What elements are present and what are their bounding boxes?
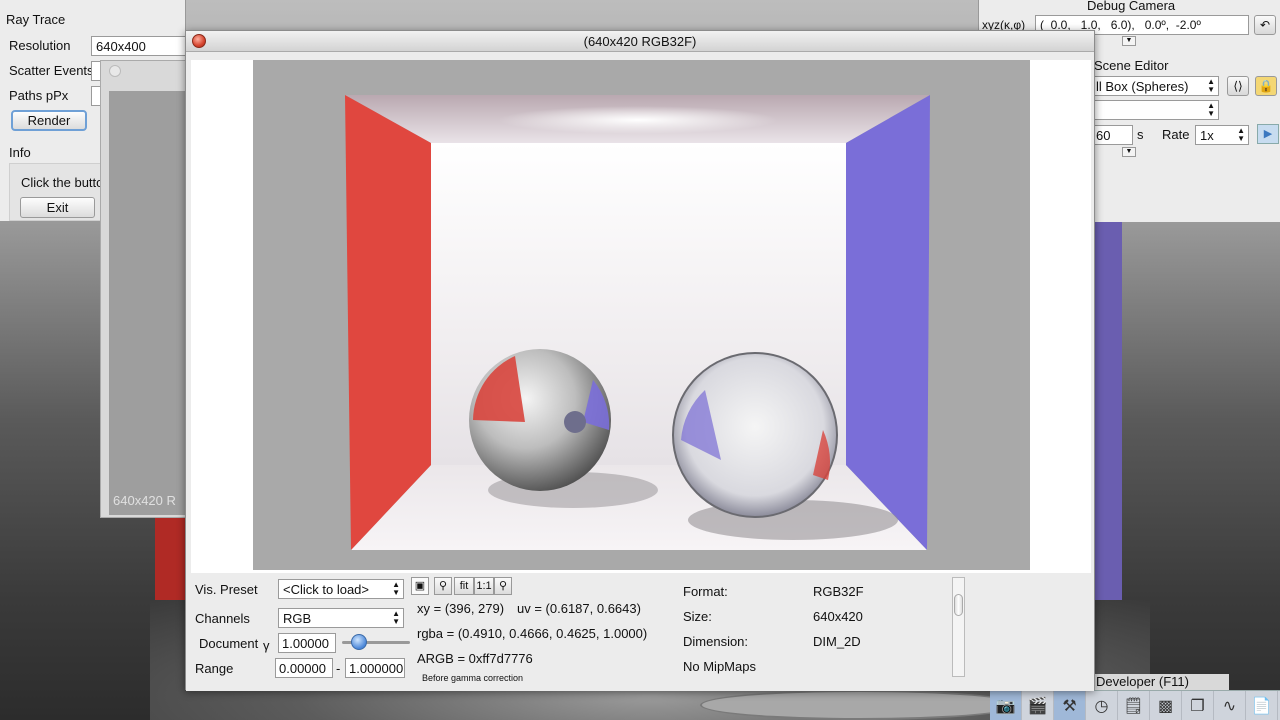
debug-camera-expand-button[interactable]: ▼ — [1122, 36, 1136, 46]
scatter-events-label: Scatter Events — [9, 63, 94, 78]
fit-button[interactable]: fit — [454, 577, 474, 595]
pin-button[interactable]: ⚲ — [494, 577, 512, 595]
clock-icon[interactable]: ◷ — [1086, 691, 1118, 720]
close-icon[interactable] — [109, 65, 121, 77]
channels-label: Channels — [195, 611, 250, 626]
stepper-icon: ▲ ▼ — [1207, 77, 1215, 94]
save-icon: ▣ — [414, 580, 426, 592]
uv-readout: uv = (0.6187, 0.6643) — [517, 601, 641, 616]
exit-button[interactable]: Exit — [20, 197, 95, 218]
document-icon[interactable]: 📄 — [1246, 691, 1278, 720]
play-icon: ▶ — [1263, 128, 1273, 140]
background-sphere-rim — [700, 690, 1020, 720]
image-canvas[interactable] — [191, 60, 1091, 573]
gamma-symbol: γ — [263, 638, 270, 653]
range-min-field[interactable]: 0.00000 — [275, 658, 333, 678]
tools-icon[interactable]: ⚒ — [1054, 691, 1086, 720]
dimension-label: Dimension: — [683, 634, 749, 649]
vis-preset-select[interactable]: <Click to load> ▲ ▼ — [278, 579, 404, 599]
note-icon[interactable]: 🗒 — [1118, 691, 1150, 720]
stepper-icon: ▲ ▼ — [392, 609, 400, 626]
mipmaps-label: No MipMaps — [683, 659, 756, 674]
clapper-icon[interactable]: 🎬 — [1022, 691, 1054, 720]
scrollbar-thumb[interactable] — [954, 594, 963, 616]
channels-value: RGB — [283, 611, 312, 626]
scene-editor-expand-button[interactable]: ▼ — [1122, 147, 1136, 157]
scene-select[interactable]: ll Box (Spheres) ▲ ▼ — [1091, 76, 1219, 96]
lock-button[interactable]: 🔒 — [1255, 76, 1277, 96]
range-label: Range — [195, 661, 234, 676]
console-icon[interactable]: ▩ — [1150, 691, 1182, 720]
camera-icon[interactable]: 📷 — [990, 691, 1022, 720]
developer-label: Developer (F11) — [1094, 674, 1229, 690]
rate-label: Rate — [1162, 127, 1190, 142]
rate-select[interactable]: 1x ▲ ▼ — [1195, 125, 1249, 145]
stepper-icon: ▲ ▼ — [392, 580, 400, 597]
render-button[interactable]: Render — [11, 110, 87, 131]
vis-preset-label: Vis. Preset — [195, 582, 258, 597]
stepper-icon: ▲ ▼ — [1237, 126, 1245, 143]
dimension-value: DIM_2D — [813, 634, 861, 649]
cornell-box-render — [253, 60, 1030, 570]
save-button[interactable]: ▣ — [411, 577, 429, 595]
gamma-slider-knob[interactable] — [351, 634, 367, 650]
vis-preset-value: <Click to load> — [283, 582, 369, 597]
time-field[interactable]: 60 — [1091, 125, 1133, 145]
ray-trace-title: Ray Trace — [6, 12, 66, 27]
profiler-icon[interactable]: ∿ — [1214, 691, 1246, 720]
argb-readout: ARGB = 0xff7d7776 — [417, 651, 533, 666]
image-controls: Vis. Preset <Click to load> ▲ ▼ ▣ ⚲ fit 1… — [186, 573, 1094, 691]
one-to-one-button[interactable]: 1:1 — [474, 577, 494, 595]
reload-scene-button[interactable]: ⟨⟩ — [1227, 76, 1249, 96]
background-image-window[interactable]: 640x420 R — [100, 60, 191, 518]
window-title: (640x420 RGB32F) — [583, 34, 697, 49]
format-label: Format: — [683, 584, 728, 599]
range-separator: - — [336, 661, 341, 676]
gamma-slider[interactable] — [342, 634, 410, 650]
windows-icon[interactable]: ❐ — [1182, 691, 1214, 720]
channels-select[interactable]: RGB ▲ ▼ — [278, 608, 404, 628]
reset-camera-button[interactable]: ↶ — [1254, 15, 1276, 35]
size-label: Size: — [683, 609, 712, 624]
braces-icon: ⟨⟩ — [1233, 79, 1243, 93]
info-scrollbar[interactable] — [952, 577, 965, 677]
picker-button[interactable]: ⚲ — [434, 577, 452, 595]
xy-readout: xy = (396, 279) — [417, 601, 505, 616]
undo-icon: ↶ — [1259, 18, 1271, 32]
rate-select-value: 1x — [1200, 128, 1214, 143]
paths-ppx-label: Paths pPx — [9, 88, 69, 103]
image-viewer-window[interactable]: (640x420 RGB32F) Vis. Preset <Click to l… — [185, 30, 1095, 691]
title-bar[interactable]: (640x420 RGB32F) — [186, 31, 1094, 52]
resolution-label: Resolution — [9, 38, 71, 53]
gamma-field[interactable]: 1.00000 — [278, 633, 336, 653]
lock-icon: 🔒 — [1258, 79, 1274, 93]
document-label: Document — [199, 636, 259, 651]
rgba-readout: rgba = (0.4910, 0.4666, 0.4625, 1.0000) — [417, 626, 648, 641]
range-max-field[interactable]: 1.000000 — [345, 658, 405, 678]
info-label: Info — [9, 145, 31, 160]
format-value: RGB32F — [813, 584, 864, 599]
eyedropper-icon: ⚲ — [438, 580, 448, 592]
scene-editor-title: Scene Editor — [1094, 58, 1169, 73]
debug-camera-title: Debug Camera — [1087, 0, 1176, 13]
info-hint-text: Click the butto — [21, 175, 104, 190]
pin-icon: ⚲ — [498, 580, 508, 592]
background-image-canvas — [109, 91, 191, 515]
gamma-note: Before gamma correction — [422, 673, 524, 683]
resolution-field[interactable]: 640x400 — [91, 36, 191, 56]
scene-option-select[interactable]: ▲ ▼ — [1091, 100, 1219, 120]
background-window-label: 640x420 R — [113, 493, 176, 508]
scene-select-value: ll Box (Spheres) — [1096, 79, 1189, 94]
play-button[interactable]: ▶ — [1257, 124, 1279, 144]
size-value: 640x420 — [813, 609, 863, 624]
developer-toolbar: 📷 🎬 ⚒ ◷ 🗒 ▩ ❐ ∿ 📄 — [990, 690, 1280, 720]
stepper-icon: ▲ ▼ — [1207, 101, 1215, 118]
time-unit-label: s — [1137, 127, 1144, 142]
